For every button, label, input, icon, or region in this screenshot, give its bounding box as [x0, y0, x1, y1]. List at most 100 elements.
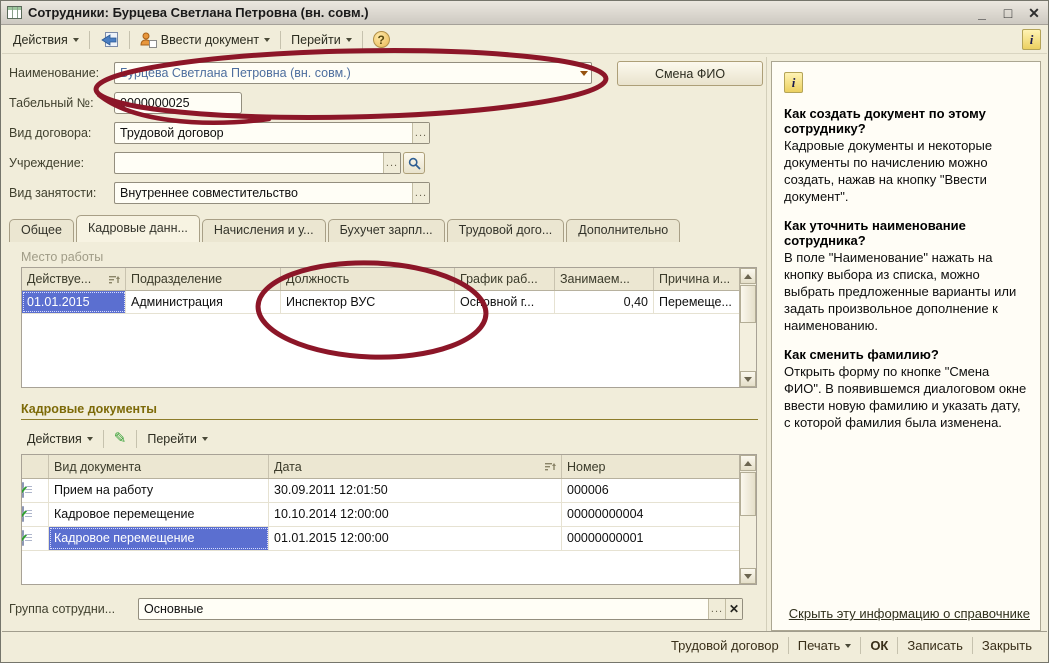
cell-doc-date[interactable]: 30.09.2011 12:01:50 [269, 479, 562, 502]
document-arrow-icon [101, 31, 118, 47]
info-toggle-button[interactable]: i [1022, 29, 1041, 50]
personnel-number-field[interactable]: 0000000025 [114, 92, 242, 114]
personnel-number-label: Табельный №: [9, 96, 94, 110]
save-button[interactable]: Записать [898, 635, 972, 656]
title-bar: Сотрудники: Бурцева Светлана Петровна (в… [1, 1, 1048, 25]
table-row[interactable]: ✔ Кадровое перемещение 10.10.2014 12:00:… [22, 503, 739, 527]
name-label: Наименование: [9, 66, 100, 80]
employee-group-field[interactable]: Основные ... ✕ [138, 598, 743, 620]
help-question: Как создать документ по этому сотруднику… [784, 106, 986, 136]
cell-department[interactable]: Администрация [126, 291, 281, 313]
cell-schedule[interactable]: Основной г... [455, 291, 555, 313]
scroll-thumb[interactable] [740, 285, 756, 323]
cell-doc-date[interactable]: 10.10.2014 12:00:00 [269, 503, 562, 526]
institution-field[interactable]: ... [114, 152, 401, 174]
person-document-icon [140, 32, 157, 48]
documents-goto-button[interactable]: Перейти [141, 428, 214, 450]
tab-hr-data[interactable]: Кадровые данн... [75, 215, 200, 242]
help-question: Как уточнить наименование сотрудника? [784, 218, 966, 248]
tab-labor-contract[interactable]: Трудовой дого... [446, 219, 565, 242]
chevron-down-icon [201, 437, 208, 441]
chevron-down-icon [845, 643, 852, 648]
choose-icon[interactable]: ... [412, 183, 429, 203]
employment-type-field[interactable]: Внутреннее совместительство ... [114, 182, 430, 204]
print-button[interactable]: Печать [789, 635, 861, 656]
labor-contract-button[interactable]: Трудовой договор [662, 635, 788, 656]
cell-rate[interactable]: 0,40 [555, 291, 654, 313]
scroll-up-icon[interactable] [740, 268, 756, 284]
search-button[interactable] [403, 152, 425, 174]
column-header-position[interactable]: Должность [281, 268, 455, 290]
tab-payroll-accounting[interactable]: Бухучет зарпл... [327, 219, 445, 242]
tab-general[interactable]: Общее [9, 219, 74, 242]
table-row[interactable]: 01.01.2015 Администрация Инспектор ВУС О… [22, 291, 739, 314]
cell-doc-type[interactable]: Кадровое перемещение [49, 503, 269, 526]
clear-icon[interactable]: ✕ [725, 599, 742, 619]
scroll-thumb[interactable] [740, 472, 756, 516]
contract-type-field[interactable]: Трудовой договор ... [114, 122, 430, 144]
column-header-department[interactable]: Подразделение [126, 268, 281, 290]
workplace-table-header: Действуе... Подразделение Должность Граф… [22, 268, 739, 291]
column-header-date[interactable]: Дата [269, 455, 562, 478]
column-header-doc-type[interactable]: Вид документа [49, 455, 269, 478]
chevron-down-icon [72, 37, 79, 42]
enter-document-button[interactable]: Ввести документ [134, 28, 276, 52]
documents-toolbar: Действия ✎ Перейти [21, 426, 421, 452]
close-button[interactable]: Закрыть [973, 635, 1041, 656]
documents-actions-button[interactable]: Действия [21, 428, 99, 450]
pencil-icon: ✎ [113, 430, 127, 447]
column-header-reason[interactable]: Причина и... [654, 268, 739, 290]
documents-table-header: Вид документа Дата Номер [22, 455, 739, 479]
column-header-schedule[interactable]: График раб... [455, 268, 555, 290]
change-name-button[interactable]: Смена ФИО [617, 61, 763, 86]
column-header-number[interactable]: Номер [562, 455, 739, 478]
chevron-down-icon [579, 70, 588, 76]
column-header-rate[interactable]: Занимаем... [555, 268, 654, 290]
institution-label: Учреждение: [9, 156, 85, 170]
documents-scrollbar[interactable] [739, 455, 756, 584]
contract-type-label: Вид договора: [9, 126, 92, 140]
help-button[interactable]: ? [367, 27, 396, 52]
cell-doc-number[interactable]: 00000000001 [562, 527, 739, 550]
choose-icon[interactable]: ... [412, 123, 429, 143]
help-question: Как сменить фамилию? [784, 347, 939, 362]
tab-additional[interactable]: Дополнительно [566, 219, 681, 242]
cell-effective-date[interactable]: 01.01.2015 [22, 291, 126, 313]
name-dropdown-button[interactable] [576, 63, 591, 83]
cell-doc-number[interactable]: 000006 [562, 479, 739, 502]
close-icon[interactable]: ✕ [1026, 3, 1042, 23]
column-header-effective[interactable]: Действуе... [22, 268, 126, 290]
ok-button[interactable]: ОК [861, 635, 897, 656]
window-title: Сотрудники: Бурцева Светлана Петровна (в… [28, 5, 369, 20]
cell-doc-number[interactable]: 00000000004 [562, 503, 739, 526]
name-field[interactable]: Бурцева Светлана Петровна (вн. совм.) [114, 62, 592, 84]
cell-doc-type[interactable]: Кадровое перемещение [49, 527, 269, 550]
main-toolbar: Действия Ввести документ Перейти ? i [2, 26, 1047, 54]
cell-doc-type[interactable]: Прием на работу [49, 479, 269, 502]
table-row[interactable]: ✔ Кадровое перемещение 01.01.2015 12:00:… [22, 527, 739, 551]
actions-menu-button[interactable]: Действия [7, 29, 85, 51]
scroll-down-icon[interactable] [740, 371, 756, 387]
cell-position[interactable]: Инспектор ВУС [281, 291, 455, 313]
tab-accruals[interactable]: Начисления и у... [201, 219, 326, 242]
choose-icon[interactable]: ... [708, 599, 725, 619]
personnel-number-value: 0000000025 [120, 96, 190, 110]
choose-icon[interactable]: ... [383, 153, 400, 173]
cell-reason[interactable]: Перемеще... [654, 291, 739, 313]
name-value: Бурцева Светлана Петровна (вн. совм.) [120, 66, 351, 80]
hide-info-link[interactable]: Скрыть эту информацию о справочнике [782, 605, 1030, 622]
reread-document-button[interactable] [94, 28, 125, 52]
edit-document-button[interactable]: ✎ [108, 428, 133, 450]
info-icon: i [784, 72, 803, 93]
goto-menu-button[interactable]: Перейти [285, 29, 358, 51]
minimize-icon[interactable]: _ [974, 3, 990, 23]
cell-doc-date[interactable]: 01.01.2015 12:00:00 [269, 527, 562, 550]
table-row[interactable]: ✔ Прием на работу 30.09.2011 12:01:50 00… [22, 479, 739, 503]
scroll-up-icon[interactable] [740, 455, 756, 471]
help-icon: ? [372, 31, 390, 48]
help-answer: Кадровые документы и некоторые документы… [784, 138, 993, 204]
maximize-icon[interactable]: □ [1000, 3, 1016, 23]
workplace-scrollbar[interactable] [739, 268, 756, 387]
scroll-down-icon[interactable] [740, 568, 756, 584]
sort-ascending-icon [545, 463, 556, 471]
